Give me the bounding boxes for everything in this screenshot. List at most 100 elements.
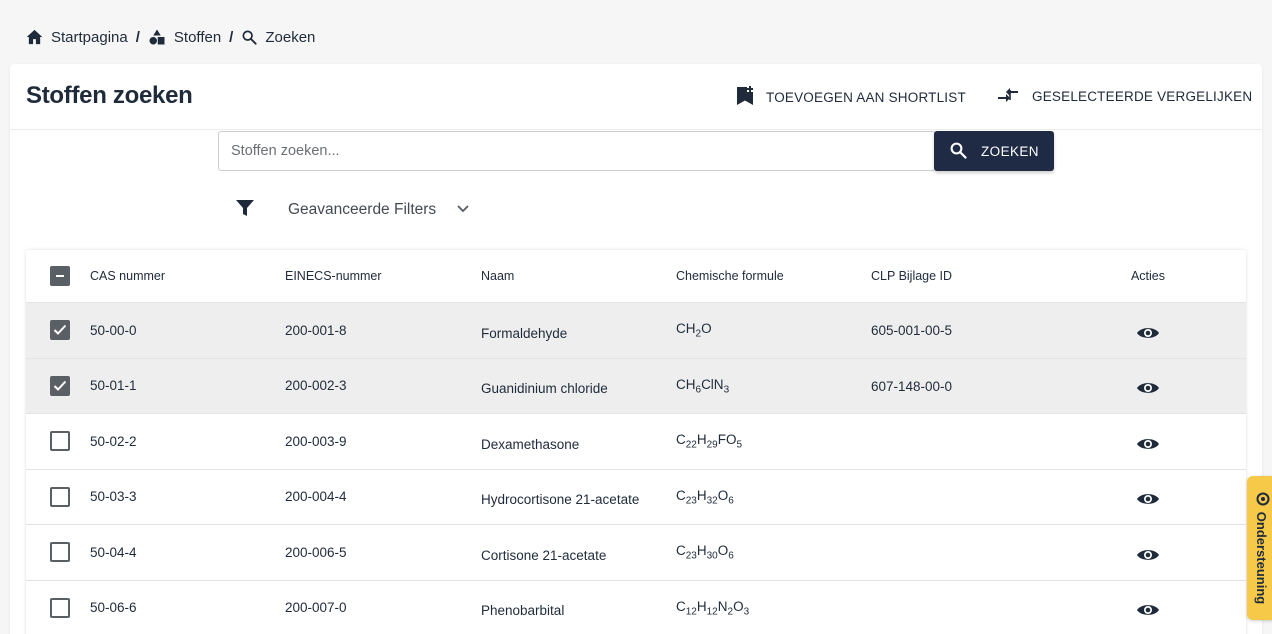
cas-number: 50-03-3 [90, 489, 137, 505]
formula-part: N [717, 598, 728, 614]
einecs-number: 200-002-3 [285, 378, 347, 394]
formula-subscript: 12 [706, 606, 718, 618]
home-icon [26, 29, 43, 45]
formula-part: O [701, 321, 712, 336]
select-all-checkbox[interactable] [50, 266, 70, 286]
shapes-icon [148, 28, 166, 46]
formula-subscript: 5 [736, 439, 743, 451]
formula-subscript: 3 [743, 606, 750, 618]
bookmark-add-icon [736, 86, 754, 109]
search-card: Stoffen zoeken TOEVOEGEN AAN SHORTLIST G… [10, 64, 1262, 634]
table-row[interactable]: 50-02-2 200-003-9 Dexamethasone C22H29FO5 [26, 414, 1246, 470]
formula-part: CH [676, 321, 696, 336]
eye-icon[interactable] [1136, 380, 1160, 399]
row-checkbox[interactable] [50, 542, 70, 563]
table-row[interactable]: 50-04-4 200-006-5 Cortisone 21-acetate C23H… [26, 525, 1246, 581]
substance-name: Cortisone 21-acetate [481, 547, 607, 563]
search-icon [241, 29, 257, 45]
formula-part: CH [676, 376, 696, 392]
cas-number: 50-01-1 [90, 378, 137, 394]
formula-subscript: 6 [728, 495, 734, 507]
formula-part: H [696, 543, 707, 558]
table-row[interactable]: 50-03-3 200-004-4 Hydrocortisone 21-acetat… [26, 470, 1246, 525]
formula-part: H [696, 432, 707, 447]
support-icon [1254, 492, 1271, 506]
advanced-filters-toggle[interactable]: Geavanceerde Filters [236, 198, 470, 222]
cas-number: 50-02-2 [90, 433, 137, 449]
column-header-formula[interactable]: Chemische formule [676, 250, 784, 302]
row-checkbox[interactable] [50, 486, 70, 507]
substance-name: Phenobarbital [481, 603, 565, 619]
chemical-formula: CH6ClN3 [676, 359, 729, 414]
chevron-down-icon [456, 201, 470, 219]
column-header-clp[interactable]: CLP Bijlage ID [871, 250, 952, 302]
row-checkbox[interactable] [50, 375, 70, 396]
chemical-formula: C22H29FO5 [676, 414, 742, 469]
formula-part: O [717, 487, 729, 503]
row-checkbox[interactable] [50, 320, 70, 341]
column-header-einecs[interactable]: EINECS-nummer [285, 250, 382, 302]
column-header-naam[interactable]: Naam [481, 250, 514, 302]
formula-part: C [676, 487, 686, 503]
breadcrumb-separator: / [229, 28, 234, 46]
support-label: Ondersteuning [1254, 511, 1270, 605]
formula-part: O [733, 598, 744, 614]
search-icon [949, 141, 967, 162]
search-input[interactable] [218, 131, 936, 171]
formula-part: C [676, 598, 686, 614]
search-button[interactable]: ZOEKEN [934, 131, 1054, 171]
formula-subscript: 22 [685, 439, 697, 451]
clp-annex-id: 607-148-00-0 [871, 378, 953, 394]
add-to-shortlist-button[interactable]: TOEVOEGEN AAN SHORTLIST [736, 86, 966, 109]
chemical-formula: C12H12N2O3 [676, 581, 749, 634]
formula-subscript: 30 [706, 550, 718, 562]
clp-annex-id: 605-001-00-5 [871, 323, 953, 338]
column-header-acties: Acties [1130, 269, 1166, 283]
formula-subscript: 6 [728, 550, 734, 562]
table-row[interactable]: 50-01-1 200-002-3 Guanidinium chloride CH6C… [26, 358, 1246, 414]
row-checkbox[interactable] [50, 597, 70, 618]
table-header-row: CAS nummer EINECS-nummer Naam Chemische … [26, 250, 1246, 303]
eye-icon[interactable] [1136, 436, 1160, 455]
breadcrumb-home[interactable]: Startpagina [26, 29, 128, 46]
compare-arrows-icon [996, 86, 1020, 107]
card-header: Stoffen zoeken TOEVOEGEN AAN SHORTLIST G… [10, 64, 1262, 130]
einecs-number: 200-003-9 [285, 433, 347, 449]
column-header-cas[interactable]: CAS nummer [90, 250, 165, 302]
cas-number: 50-06-6 [90, 600, 137, 616]
table-row[interactable]: 50-00-0 200-001-8 Formaldehyde CH2O 605-001-… [26, 303, 1246, 359]
formula-part: H [696, 487, 707, 503]
cas-number: 50-04-4 [90, 544, 137, 560]
row-checkbox[interactable] [50, 431, 70, 452]
chemical-formula: C23H32O6 [676, 470, 734, 525]
table-row[interactable]: 50-06-6 200-007-0 Phenobarbital C12H12N2O3 [26, 581, 1246, 634]
advanced-filters-label: Geavanceerde Filters [288, 201, 437, 218]
eye-icon[interactable] [1136, 602, 1160, 621]
einecs-number: 200-007-0 [285, 600, 347, 616]
add-to-shortlist-label: TOEVOEGEN AAN SHORTLIST [766, 90, 966, 105]
eye-icon[interactable] [1136, 547, 1160, 566]
filter-icon [236, 199, 254, 222]
chemical-formula: C23H30O6 [676, 525, 734, 580]
compare-selected-button[interactable]: GESELECTEERDE VERGELIJKEN [996, 86, 1252, 107]
eye-icon[interactable] [1136, 325, 1160, 344]
substances-table: CAS nummer EINECS-nummer Naam Chemische … [26, 250, 1246, 634]
eye-icon[interactable] [1136, 491, 1160, 510]
search-button-label: ZOEKEN [981, 143, 1039, 159]
support-button[interactable]: Ondersteuning [1247, 476, 1272, 620]
substance-name: Guanidinium chloride [481, 381, 608, 397]
formula-subscript: 3 [723, 384, 730, 396]
formula-subscript: 29 [706, 439, 718, 451]
formula-subscript: 23 [685, 495, 697, 507]
breadcrumb: Startpagina / Stoffen / Zoeken [26, 26, 315, 48]
formula-part: C [676, 432, 686, 447]
breadcrumb-search[interactable]: Zoeken [241, 29, 315, 46]
substance-name: Hydrocortisone 21-acetate [481, 492, 640, 508]
breadcrumb-substances-label: Stoffen [173, 28, 222, 46]
breadcrumb-substances[interactable]: Stoffen [148, 28, 221, 46]
page-title: Stoffen zoeken [26, 82, 193, 109]
formula-part: C [676, 543, 686, 558]
cas-number: 50-00-0 [90, 322, 137, 338]
breadcrumb-separator: / [135, 28, 140, 46]
substance-name: Dexamethasone [481, 436, 580, 452]
